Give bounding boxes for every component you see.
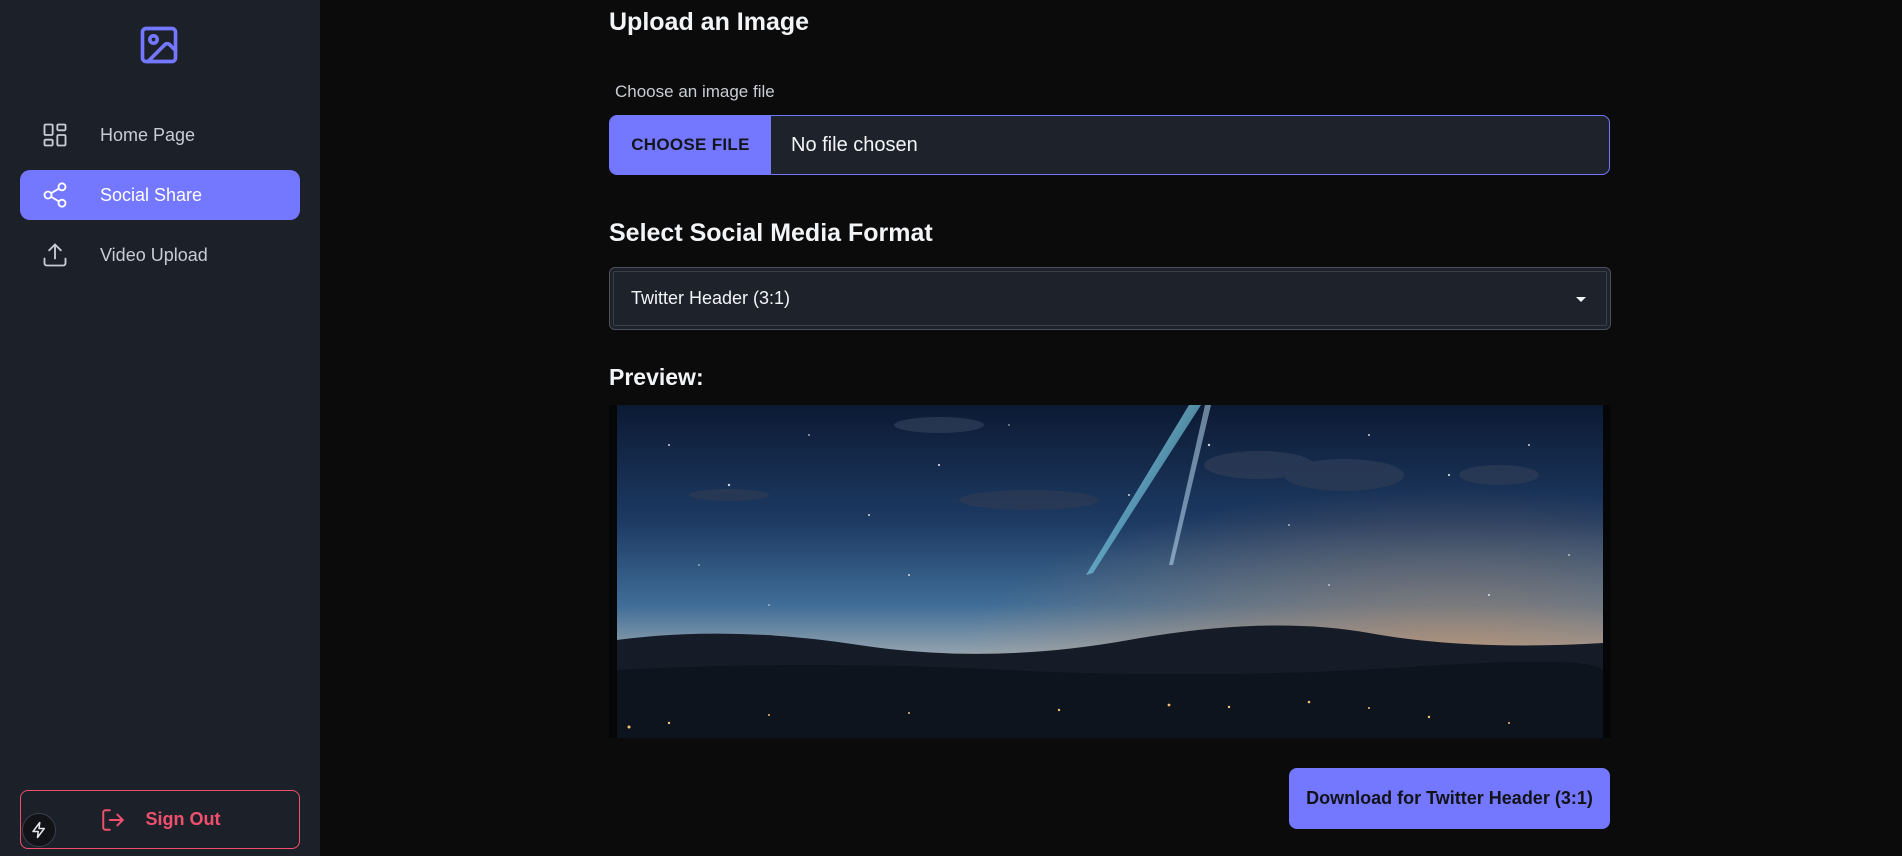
- night-sky-comet-image: [617, 405, 1604, 738]
- chevron-down-icon: [1576, 297, 1586, 302]
- sidebar-item-label: Social Share: [100, 184, 203, 205]
- upload-heading: Upload an Image: [609, 8, 810, 36]
- image-icon[interactable]: [136, 22, 182, 68]
- sidebar-item-social-share[interactable]: Social Share: [20, 170, 300, 220]
- sidebar-item-label: Home Page: [100, 124, 196, 145]
- choose-file-button[interactable]: CHOOSE FILE: [610, 116, 771, 174]
- upload-icon: [40, 240, 70, 270]
- share-icon: [40, 180, 70, 210]
- preview-heading: Preview:: [609, 364, 704, 390]
- file-input[interactable]: CHOOSE FILE No file chosen: [609, 115, 1610, 175]
- file-status-text: No file chosen: [791, 133, 918, 156]
- file-input-label: Choose an image file: [615, 82, 775, 101]
- preview-image: [609, 405, 1611, 738]
- format-selected-value: Twitter Header (3:1): [631, 288, 791, 308]
- dashboard-icon: [40, 120, 70, 150]
- format-select[interactable]: Twitter Header (3:1): [609, 267, 1611, 330]
- logout-icon: [100, 806, 128, 834]
- sidebar-item-home-page[interactable]: Home Page: [20, 110, 300, 160]
- sidebar-item-video-upload[interactable]: Video Upload: [20, 230, 300, 280]
- download-button[interactable]: Download for Twitter Header (3:1): [1289, 768, 1610, 829]
- lightning-icon[interactable]: [22, 813, 56, 847]
- sign-out-label: Sign Out: [145, 809, 221, 829]
- sidebar-item-label: Video Upload: [100, 244, 208, 265]
- sidebar: Home Page Social Share Video Upload Sign…: [0, 0, 320, 856]
- format-heading: Select Social Media Format: [609, 219, 933, 247]
- sign-out-button[interactable]: Sign Out: [20, 790, 300, 849]
